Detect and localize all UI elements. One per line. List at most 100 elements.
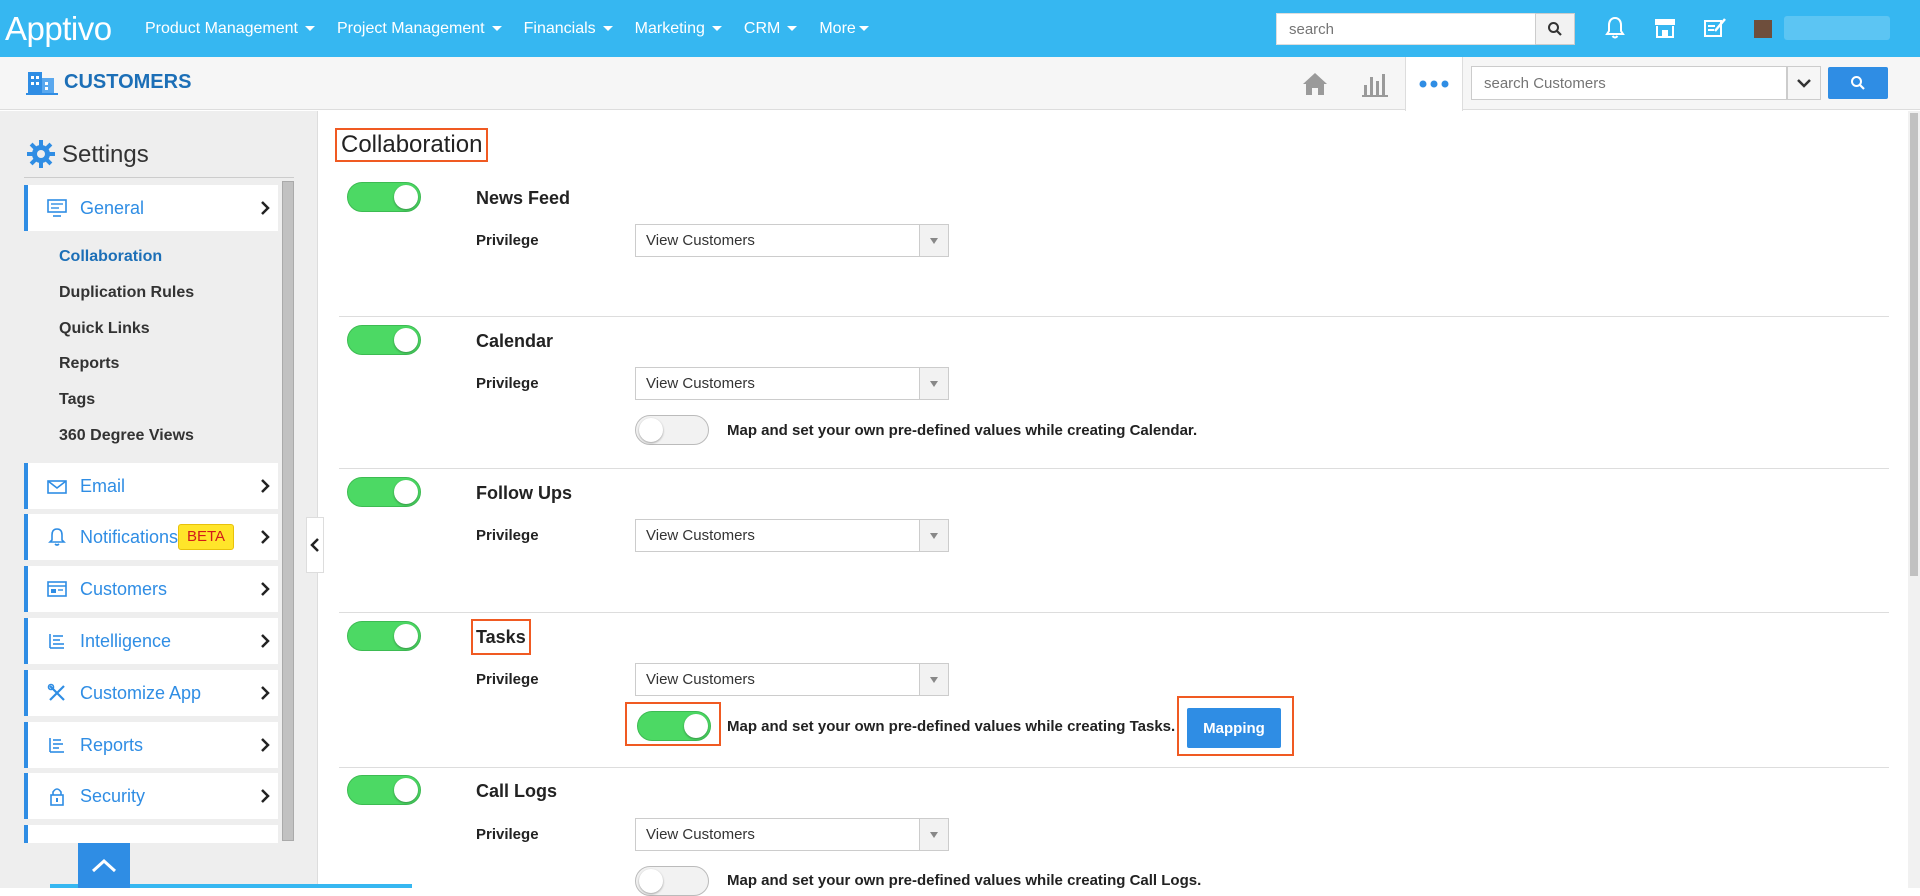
avatar[interactable] xyxy=(1754,20,1772,38)
dropdown-arrow-icon xyxy=(919,368,948,399)
sidebar-item-email[interactable]: Email xyxy=(24,463,278,509)
sidebar-subitem-duplication-rules[interactable]: Duplication Rules xyxy=(59,284,194,302)
select-value: View Customers xyxy=(646,527,755,544)
global-search-box xyxy=(1276,13,1535,45)
privilege-select[interactable]: View Customers xyxy=(635,663,949,696)
caret-down-icon xyxy=(491,26,502,31)
call-logs-mapping-toggle[interactable] xyxy=(635,866,709,896)
monitor-icon xyxy=(46,197,68,219)
privilege-select[interactable]: View Customers xyxy=(635,519,949,552)
caret-down-icon xyxy=(787,26,798,31)
sidebar-subitem-reports[interactable]: Reports xyxy=(59,355,119,373)
menu-marketing[interactable]: Marketing xyxy=(635,20,722,38)
sidebar-item-label: Notifications xyxy=(80,526,179,547)
divider xyxy=(339,767,1889,768)
sidebar-item-label: General xyxy=(80,197,145,218)
lock-icon xyxy=(46,785,68,807)
sidebar-item-customize-app[interactable]: Customize App xyxy=(24,670,278,716)
sidebar-item-security[interactable]: Security xyxy=(24,773,278,819)
menu-label: Financials xyxy=(523,19,596,37)
divider xyxy=(24,177,294,178)
divider xyxy=(339,316,1889,317)
collapse-sidebar-button[interactable] xyxy=(306,517,324,573)
envelope-icon xyxy=(46,475,68,497)
chevron-right-icon xyxy=(261,530,270,544)
sidebar-item-reports[interactable]: Reports xyxy=(24,722,278,768)
menu-product-management[interactable]: Product Management xyxy=(145,20,315,38)
sidebar-subitem-tags[interactable]: Tags xyxy=(59,391,95,409)
main-scrollbar-thumb[interactable] xyxy=(1910,113,1918,576)
compose-button[interactable] xyxy=(1701,14,1729,42)
menu-more[interactable]: More xyxy=(819,20,869,38)
sidebar-item-partial[interactable] xyxy=(24,825,278,843)
chevron-right-icon xyxy=(261,634,270,648)
caret-down-icon xyxy=(858,26,869,31)
chevron-left-icon xyxy=(310,538,319,552)
chevron-right-icon xyxy=(261,789,270,803)
more-dots-icon xyxy=(1419,80,1449,88)
mapping-button[interactable]: Mapping xyxy=(1187,708,1281,748)
customer-search-button[interactable] xyxy=(1828,67,1888,99)
chevron-right-icon xyxy=(261,686,270,700)
more-options-tab[interactable] xyxy=(1405,57,1463,111)
tasks-mapping-toggle[interactable] xyxy=(637,711,711,741)
search-filter-dropdown[interactable] xyxy=(1787,66,1821,100)
privilege-label: Privilege xyxy=(476,671,539,688)
menu-crm[interactable]: CRM xyxy=(744,20,798,38)
sidebar-item-intelligence[interactable]: Intelligence xyxy=(24,618,278,664)
sidebar-item-label: Reports xyxy=(80,734,144,755)
toggle-knob xyxy=(394,778,418,802)
menu-financials[interactable]: Financials xyxy=(524,20,613,38)
sidebar-subitem-collaboration[interactable]: Collaboration xyxy=(59,248,162,266)
list-icon xyxy=(46,630,68,652)
sidebar-item-notifications[interactable]: Notifications xyxy=(24,514,278,560)
sidebar-item-general[interactable]: General xyxy=(24,185,278,231)
sidebar-subitem-quick-links[interactable]: Quick Links xyxy=(59,320,150,338)
dropdown-arrow-icon xyxy=(919,664,948,695)
dropdown-arrow-icon xyxy=(919,520,948,551)
apptivo-logo[interactable]: Apptivo xyxy=(5,10,112,48)
global-search-button[interactable] xyxy=(1535,13,1575,45)
toggle-knob xyxy=(639,869,663,893)
customer-search-box xyxy=(1471,66,1787,100)
app-title[interactable]: CUSTOMERS xyxy=(64,71,191,94)
tasks-toggle[interactable] xyxy=(347,621,421,651)
mapping-description: Map and set your own pre-defined values … xyxy=(727,872,1202,889)
news-feed-toggle[interactable] xyxy=(347,182,421,212)
user-name-blurred[interactable] xyxy=(1784,16,1890,40)
scroll-to-top-button[interactable] xyxy=(78,843,130,888)
chevron-up-icon xyxy=(91,858,117,872)
global-search-input[interactable] xyxy=(1277,14,1535,44)
privilege-select[interactable]: View Customers xyxy=(635,367,949,400)
sidebar-item-label: Customize App xyxy=(80,682,202,703)
privilege-select[interactable]: View Customers xyxy=(635,818,949,851)
reports-chart-button[interactable] xyxy=(1357,66,1393,102)
calendar-toggle[interactable] xyxy=(347,325,421,355)
search-icon xyxy=(1548,22,1562,36)
follow-ups-toggle[interactable] xyxy=(347,477,421,507)
caret-down-icon xyxy=(711,26,722,31)
sidebar-subitem-360-degree-views[interactable]: 360 Degree Views xyxy=(59,427,194,445)
select-value: View Customers xyxy=(646,671,755,688)
beta-badge: BETA xyxy=(178,524,235,550)
call-logs-toggle[interactable] xyxy=(347,775,421,805)
chevron-right-icon xyxy=(261,582,270,596)
mapping-description: Map and set your own pre-defined values … xyxy=(727,718,1176,735)
notifications-button[interactable] xyxy=(1601,14,1629,42)
report-icon xyxy=(46,734,68,756)
caret-down-icon xyxy=(602,26,613,31)
app-store-button[interactable] xyxy=(1651,14,1679,42)
main-menu: Product Management Project Management Fi… xyxy=(145,0,891,57)
sidebar-scrollbar[interactable] xyxy=(282,181,294,841)
store-icon xyxy=(1655,19,1675,38)
calendar-mapping-toggle[interactable] xyxy=(635,415,709,445)
bell-icon xyxy=(46,526,68,548)
customer-search-input[interactable] xyxy=(1472,67,1752,99)
privilege-select[interactable]: View Customers xyxy=(635,224,949,257)
gear-icon xyxy=(26,139,56,174)
sidebar-item-customers[interactable]: Customers xyxy=(24,566,278,612)
sidebar-item-label: Customers xyxy=(80,578,168,599)
tools-icon xyxy=(46,682,68,704)
home-button[interactable] xyxy=(1297,66,1333,102)
menu-project-management[interactable]: Project Management xyxy=(337,20,502,38)
